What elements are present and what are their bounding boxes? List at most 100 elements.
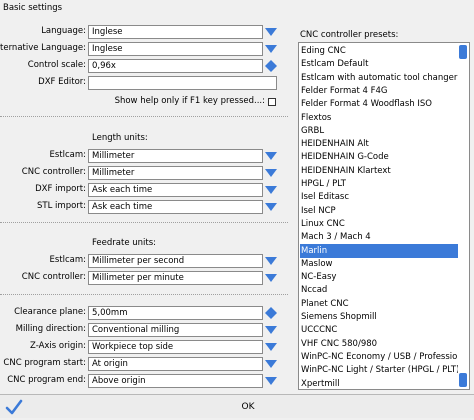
length-estlcam-label: Estlcam: bbox=[49, 150, 86, 160]
program-end-select[interactable]: Above origin bbox=[88, 374, 263, 388]
z-axis-origin-row: Z-Axis origin: Workpiece top side bbox=[0, 340, 300, 354]
feed-controller-row: CNC controller: Millimeter per minute bbox=[0, 271, 300, 285]
length-estlcam-select[interactable]: Millimeter bbox=[88, 149, 263, 163]
preset-item[interactable]: Flextos bbox=[300, 111, 458, 125]
chevron-down-icon[interactable] bbox=[265, 186, 277, 194]
preset-item[interactable]: HEIDENHAIN G-Code bbox=[300, 150, 458, 164]
dxf-import-row: DXF import: Ask each time bbox=[0, 183, 300, 197]
ok-button[interactable]: OK bbox=[28, 397, 468, 417]
program-end-label: CNC program end: bbox=[7, 375, 86, 385]
length-estlcam-row: Estlcam: Millimeter bbox=[0, 149, 300, 163]
control-scale-input[interactable]: 0,96x bbox=[88, 59, 263, 73]
preset-item[interactable]: Felder Format 4 Woodflash ISO bbox=[300, 97, 458, 111]
chevron-down-icon[interactable] bbox=[265, 360, 277, 368]
language-label: Language: bbox=[41, 26, 86, 36]
chevron-down-icon[interactable] bbox=[265, 274, 277, 282]
clearance-plane-input[interactable]: 5,00mm bbox=[88, 306, 263, 320]
preset-item[interactable]: WinPC-NC Light / Starter (HPGL / PLT) bbox=[300, 363, 458, 377]
preset-item[interactable]: WinPC-NC Economy / USB / Professional bbox=[300, 350, 458, 364]
spinner-icon[interactable] bbox=[265, 307, 277, 319]
spinner-icon[interactable] bbox=[265, 60, 277, 72]
presets-label: CNC controller presets: bbox=[300, 30, 399, 40]
milling-direction-row: Milling direction: Conventional milling bbox=[0, 323, 300, 337]
program-end-row: CNC program end: Above origin bbox=[0, 374, 300, 388]
chevron-down-icon[interactable] bbox=[265, 169, 277, 177]
preset-item[interactable]: Estlcam with automatic tool changer bbox=[300, 71, 458, 85]
stl-import-row: STL import: Ask each time bbox=[0, 200, 300, 214]
dxf-editor-input[interactable] bbox=[88, 76, 277, 90]
chevron-down-icon[interactable] bbox=[265, 326, 277, 334]
scrollbar[interactable] bbox=[458, 43, 469, 389]
feed-estlcam-label: Estlcam: bbox=[49, 255, 86, 265]
program-start-row: CNC program start: At origin bbox=[0, 357, 300, 371]
control-scale-row: Control scale: 0,96x bbox=[0, 59, 300, 73]
show-help-label: Show help only if F1 key pressed...: bbox=[114, 96, 265, 106]
preset-item[interactable]: Isel NCP bbox=[300, 204, 458, 218]
length-controller-row: CNC controller: Millimeter bbox=[0, 166, 300, 180]
chevron-down-icon[interactable] bbox=[265, 152, 277, 160]
preset-item[interactable]: Estlcam Default bbox=[300, 57, 458, 71]
preset-item[interactable]: Nccad bbox=[300, 283, 458, 297]
preset-item[interactable]: Mach 3 / Mach 4 bbox=[300, 230, 458, 244]
program-start-label: CNC program start: bbox=[3, 358, 86, 368]
preset-item[interactable]: Isel Editasc bbox=[300, 190, 458, 204]
length-controller-label: CNC controller: bbox=[21, 167, 86, 177]
clearance-plane-label: Clearance plane: bbox=[14, 307, 86, 317]
z-axis-origin-label: Z-Axis origin: bbox=[30, 341, 86, 351]
preset-item[interactable]: UCCCNC bbox=[300, 323, 458, 337]
dxf-import-label: DXF import: bbox=[35, 184, 86, 194]
z-axis-origin-select[interactable]: Workpiece top side bbox=[88, 340, 263, 354]
preset-item[interactable]: Xpertmill bbox=[300, 377, 458, 390]
feed-controller-select[interactable]: Millimeter per minute bbox=[88, 271, 263, 285]
preset-item[interactable]: Maslow bbox=[300, 257, 458, 271]
feed-controller-label: CNC controller: bbox=[21, 272, 86, 282]
preset-item[interactable]: Eding CNC bbox=[300, 44, 458, 58]
milling-direction-label: Milling direction: bbox=[15, 324, 86, 334]
preset-item[interactable]: HPGL / PLT bbox=[300, 177, 458, 191]
stl-import-select[interactable]: Ask each time bbox=[88, 200, 263, 214]
dxf-editor-row: DXF Editor: bbox=[0, 76, 300, 90]
show-help-row: Show help only if F1 key pressed...: bbox=[0, 95, 300, 109]
preset-item[interactable]: Siemens Shopmill bbox=[300, 310, 458, 324]
window-title: Basic settings bbox=[3, 3, 63, 13]
language-select[interactable]: Inglese bbox=[88, 25, 263, 39]
preset-item[interactable]: HEIDENHAIN Alt bbox=[300, 137, 458, 151]
preset-item[interactable]: VHF CNC 580/980 bbox=[300, 337, 458, 351]
alt-language-row: Alternative Language: Inglese bbox=[0, 42, 300, 56]
length-units-header: Length units: bbox=[92, 133, 148, 143]
separator bbox=[0, 222, 288, 223]
ok-bar: OK bbox=[0, 394, 474, 418]
preset-item[interactable]: Felder Format 4 F4G bbox=[300, 84, 458, 98]
alt-language-select[interactable]: Inglese bbox=[88, 42, 263, 56]
length-controller-select[interactable]: Millimeter bbox=[88, 166, 263, 180]
scroll-thumb-bottom[interactable] bbox=[459, 373, 467, 387]
preset-item[interactable]: Planet CNC bbox=[300, 297, 458, 311]
scroll-thumb-top[interactable] bbox=[459, 45, 467, 59]
chevron-down-icon[interactable] bbox=[265, 45, 277, 53]
feed-estlcam-row: Estlcam: Millimeter per second bbox=[0, 254, 300, 268]
feedrate-units-header: Feedrate units: bbox=[92, 238, 157, 248]
chevron-down-icon[interactable] bbox=[265, 203, 277, 211]
presets-list[interactable]: Xpertmill WinPC-NC Light / Starter (HPGL … bbox=[298, 42, 470, 390]
clearance-plane-row: Clearance plane: 5,00mm bbox=[0, 306, 300, 320]
preset-item[interactable]: Linux CNC bbox=[300, 217, 458, 231]
preset-item[interactable]: HEIDENHAIN Klartext bbox=[300, 164, 458, 178]
preset-item[interactable]: NC-Easy bbox=[300, 270, 458, 284]
preset-item[interactable]: GRBL bbox=[300, 124, 458, 138]
milling-direction-select[interactable]: Conventional milling bbox=[88, 323, 263, 337]
control-scale-label: Control scale: bbox=[27, 60, 86, 70]
chevron-down-icon[interactable] bbox=[265, 377, 277, 385]
show-help-checkbox[interactable] bbox=[268, 98, 276, 106]
program-start-select[interactable]: At origin bbox=[88, 357, 263, 371]
chevron-down-icon[interactable] bbox=[265, 28, 277, 36]
chevron-down-icon[interactable] bbox=[265, 343, 277, 351]
separator bbox=[0, 116, 288, 117]
dxf-import-select[interactable]: Ask each time bbox=[88, 183, 263, 197]
dxf-editor-label: DXF Editor: bbox=[38, 77, 86, 87]
checkmark-icon bbox=[5, 399, 23, 415]
chevron-down-icon[interactable] bbox=[265, 257, 277, 265]
separator bbox=[0, 294, 288, 295]
feed-estlcam-select[interactable]: Millimeter per second bbox=[88, 254, 263, 268]
preset-item[interactable]: Marlin bbox=[300, 243, 458, 258]
alt-language-label: Alternative Language: bbox=[0, 43, 86, 53]
